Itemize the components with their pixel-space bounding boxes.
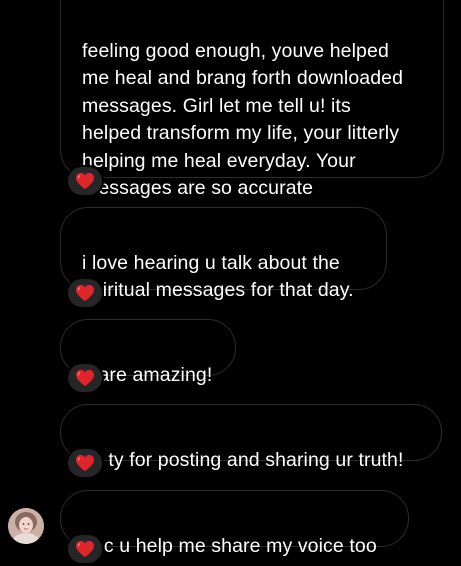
heart-reaction[interactable] — [66, 447, 104, 479]
message-bubble[interactable]: bec u help me share my voice too — [60, 490, 409, 557]
red-heart-icon — [76, 540, 94, 558]
message-text: feeling good enough, youve helped me hea… — [82, 39, 404, 200]
message-text: i love hearing u talk about the spiritua… — [82, 251, 354, 302]
message-bubble[interactable]: i love hearing u talk about the spiritua… — [60, 207, 387, 301]
message-bubble[interactable]: feeling good enough, youve helped me hea… — [60, 0, 444, 199]
red-heart-icon — [76, 284, 94, 302]
heart-reaction[interactable] — [66, 277, 104, 309]
sender-avatar[interactable] — [8, 508, 44, 544]
heart-reaction[interactable] — [66, 165, 104, 197]
heart-reaction[interactable] — [66, 533, 104, 565]
message-text: bec u help me share my voice too — [82, 534, 377, 557]
red-heart-icon — [76, 172, 94, 190]
message-text: so ty for posting and sharing ur truth! — [82, 448, 404, 471]
avatar-image — [8, 508, 44, 544]
heart-reaction[interactable] — [66, 362, 104, 394]
message-thread: feeling good enough, youve helped me hea… — [0, 0, 461, 566]
red-heart-icon — [76, 454, 94, 472]
message-bubble[interactable]: so ty for posting and sharing ur truth! — [60, 404, 442, 471]
red-heart-icon — [76, 369, 94, 387]
